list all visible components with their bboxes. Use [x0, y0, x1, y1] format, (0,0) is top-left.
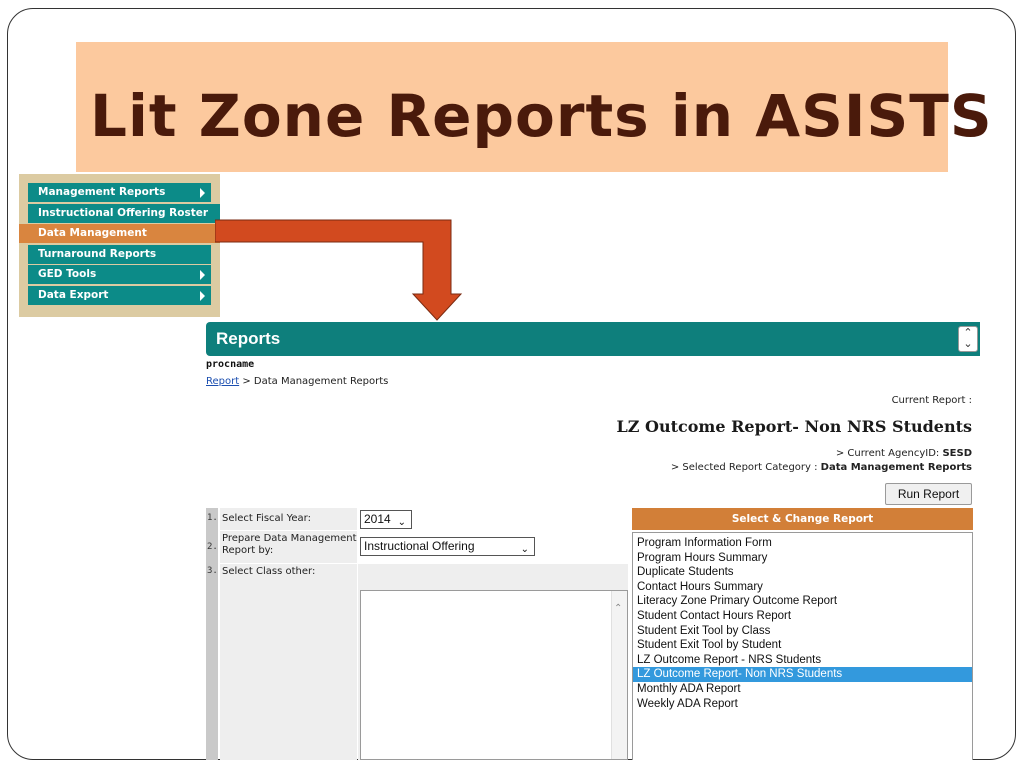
menu-item-data-management[interactable]: Data Management — [19, 224, 220, 243]
report-list-item[interactable]: Monthly ADA Report — [633, 682, 972, 697]
report-form: 1. Select Fiscal Year: 2014 ⌄ 2. Prepare… — [206, 508, 628, 760]
elbow-arrow-icon — [215, 219, 463, 321]
breadcrumb: Report > Data Management Reports — [206, 376, 388, 387]
fiscal-year-cell: 2014 ⌄ — [358, 508, 628, 530]
report-list-item[interactable]: Duplicate Students — [633, 565, 972, 580]
menu-item-ged-tools[interactable]: GED Tools — [28, 265, 211, 284]
category-line: > Selected Report Category : Data Manage… — [671, 462, 972, 473]
fiscal-year-value: 2014 — [364, 512, 391, 526]
report-list-item[interactable]: Program Information Form — [633, 536, 972, 551]
reports-title: Reports — [216, 329, 281, 348]
fiscal-year-row: 1. Select Fiscal Year: 2014 ⌄ — [206, 508, 628, 530]
report-list-item[interactable]: LZ Outcome Report - NRS Students — [633, 653, 972, 668]
fiscal-year-label: Select Fiscal Year: — [220, 508, 357, 530]
prepare-by-value: Instructional Offering — [364, 539, 475, 553]
scroll-up-icon: ⌃ — [614, 603, 623, 614]
report-list-item[interactable]: Student Exit Tool by Student — [633, 638, 972, 653]
step-number: 2. — [207, 542, 218, 552]
procname-label: procname — [206, 359, 255, 370]
chevron-down-icon: ⌄ — [397, 517, 406, 528]
class-list-scrollbar[interactable]: ⌃ — [611, 591, 627, 759]
report-list-item[interactable]: Program Hours Summary — [633, 551, 972, 566]
menu-item-turnaround-reports[interactable]: Turnaround Reports — [28, 245, 211, 264]
fiscal-year-select[interactable]: 2014 ⌄ — [360, 510, 412, 529]
agency-line: > Current AgencyID: SESD — [836, 448, 972, 459]
chevron-down-icon: ⌄ — [963, 337, 973, 350]
report-listbox[interactable]: Program Information Form Program Hours Su… — [632, 532, 973, 760]
report-list-item[interactable]: Student Contact Hours Report — [633, 609, 972, 624]
report-list-item[interactable]: Contact Hours Summary — [633, 580, 972, 595]
slide-title-box: Lit Zone Reports in ASISTS — [76, 42, 992, 172]
select-change-report-header: Select & Change Report — [632, 508, 973, 530]
menu-item-management-reports[interactable]: Management Reports — [28, 183, 211, 202]
select-class-cell: ⌃ — [358, 564, 628, 760]
chevron-down-icon: ⌄ — [520, 544, 529, 555]
current-report-name: LZ Outcome Report- Non NRS Students — [616, 417, 972, 436]
category-prefix: > Selected Report Category : — [670, 462, 821, 473]
select-class-row: 3. Select Class other: ⌃ — [206, 564, 628, 760]
step-number: 1. — [207, 513, 218, 523]
agency-id: SESD — [942, 448, 972, 459]
submenu-arrow-icon — [200, 270, 205, 280]
collapse-toggle-button[interactable]: ⌃ ⌄ — [958, 326, 978, 352]
breadcrumb-rest: > Data Management Reports — [239, 376, 389, 387]
prepare-by-cell: Instructional Offering ⌄ — [358, 531, 628, 563]
breadcrumb-report-link[interactable]: Report — [206, 376, 239, 387]
menu-item-label: Instructional Offering Roster — [38, 207, 209, 219]
select-class-label: Select Class other: — [220, 564, 357, 760]
report-list-item[interactable]: Student Exit Tool by Class — [633, 624, 972, 639]
agency-prefix: > Current AgencyID: — [835, 448, 943, 459]
menu-item-label: GED Tools — [38, 268, 97, 280]
category-value: Data Management Reports — [820, 462, 972, 473]
class-listbox[interactable]: ⌃ — [360, 590, 628, 760]
report-list-item[interactable]: LZ Outcome Report- Non NRS Students — [633, 667, 972, 682]
submenu-arrow-icon — [200, 188, 205, 198]
menu-item-label: Data Management — [38, 227, 147, 239]
menu-item-label: Management Reports — [38, 186, 166, 198]
menu-item-data-export[interactable]: Data Export — [28, 286, 211, 305]
submenu-arrow-icon — [200, 291, 205, 301]
menu-item-label: Turnaround Reports — [38, 248, 157, 260]
prepare-by-select[interactable]: Instructional Offering ⌄ — [360, 537, 535, 556]
side-menu: Management Reports Instructional Offerin… — [19, 174, 220, 317]
menu-item-label: Data Export — [38, 289, 109, 301]
report-list-item[interactable]: Literacy Zone Primary Outcome Report — [633, 594, 972, 609]
prepare-by-label: Prepare Data Management Report by: — [220, 531, 357, 563]
prepare-by-row: 2. Prepare Data Management Report by: In… — [206, 531, 628, 563]
current-report-label: Current Report : — [891, 395, 972, 406]
menu-item-instructional-offering-roster[interactable]: Instructional Offering Roster — [28, 204, 220, 223]
run-report-button[interactable]: Run Report — [885, 483, 972, 505]
report-list-item[interactable]: Weekly ADA Report — [633, 697, 972, 712]
reports-header: Reports ⌃ ⌄ — [206, 322, 980, 356]
step-number: 3. — [207, 566, 218, 576]
slide-title: Lit Zone Reports in ASISTS — [90, 82, 993, 150]
